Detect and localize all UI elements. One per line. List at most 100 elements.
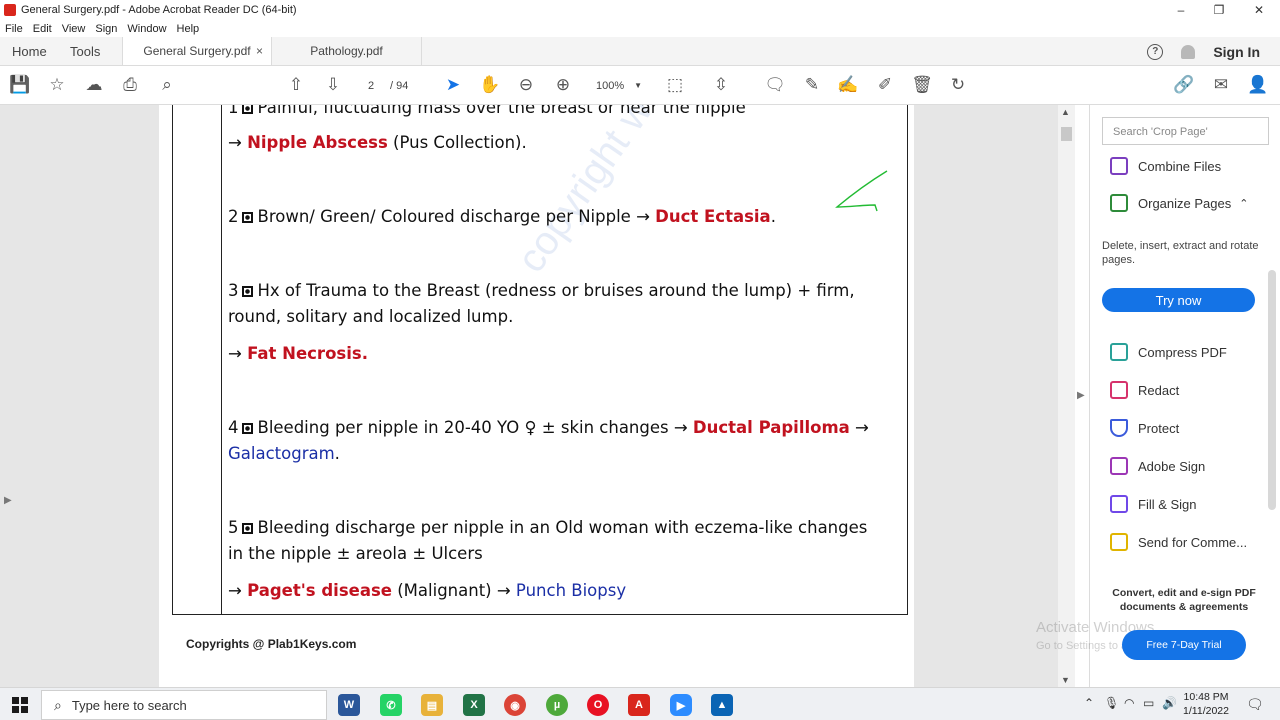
help-icon[interactable]: ? (1147, 43, 1164, 60)
tools-scrollbar-thumb[interactable] (1268, 270, 1276, 510)
notification-bell-icon[interactable] (1181, 44, 1196, 59)
word-icon[interactable]: W (338, 694, 360, 716)
select-pointer-icon[interactable]: ➤ (442, 74, 464, 96)
tab-home[interactable]: Home (0, 37, 58, 65)
windows-start-icon[interactable] (12, 697, 28, 713)
tool-redact[interactable]: Redact (1110, 381, 1179, 399)
redact-icon (1110, 381, 1128, 399)
photos-icon[interactable]: ▲ (711, 694, 733, 716)
rotate-icon[interactable]: ↻ (947, 74, 969, 96)
combine-files-icon (1110, 157, 1128, 175)
chevron-down-icon: ▼ (634, 81, 642, 90)
delete-icon[interactable]: 🗑 (911, 74, 933, 96)
upload-cloud-icon[interactable]: ☁ (83, 74, 105, 96)
tab-label: Pathology.pdf (310, 44, 383, 58)
page-number-input[interactable]: 2 (354, 76, 388, 96)
taskbar-search[interactable]: ⌕ Type here to search (41, 690, 327, 720)
tab-bar-actions: ? Sign In (1147, 37, 1280, 66)
tools-pane-scrollbar[interactable] (1266, 160, 1278, 555)
sign-icon[interactable]: ✍ (837, 74, 859, 96)
page-fit-icon[interactable]: ⬚ (664, 74, 686, 96)
previous-page-icon[interactable]: ⇧ (285, 74, 307, 96)
menu-help[interactable]: Help (172, 23, 205, 35)
utorrent-icon[interactable]: µ (546, 694, 568, 716)
scroll-up-icon[interactable]: ▲ (1061, 107, 1070, 117)
search-icon: ⌕ (54, 696, 62, 713)
bookmark-star-icon[interactable]: ☆ (46, 74, 68, 96)
whatsapp-icon[interactable]: ✆ (380, 694, 402, 716)
item-1: 1 Painful, fluctuating mass over the brea… (228, 105, 746, 117)
tool-adobe-sign[interactable]: Adobe Sign (1110, 457, 1205, 475)
print-icon[interactable]: ⎙ (119, 74, 141, 96)
tool-protect[interactable]: Protect (1110, 419, 1179, 437)
tools-pane: Search 'Crop Page' Combine Files Organiz… (1089, 105, 1280, 687)
tab-pathology[interactable]: Pathology.pdf (272, 37, 422, 65)
wifi-icon[interactable]: ◠ (1124, 696, 1134, 710)
restore-button[interactable]: ❐ (1200, 0, 1238, 20)
item-3: 3 Hx of Trauma to the Breast (redness or … (228, 281, 855, 300)
next-page-icon[interactable]: ⇩ (322, 74, 344, 96)
table-divider (221, 105, 222, 615)
email-icon[interactable]: ✉ (1210, 74, 1232, 96)
scrollbar-thumb[interactable] (1061, 127, 1072, 141)
acrobat-icon (4, 4, 16, 16)
tool-search-input[interactable]: Search 'Crop Page' (1102, 117, 1269, 145)
menu-view[interactable]: View (57, 23, 91, 35)
menu-sign[interactable]: Sign (90, 23, 122, 35)
tab-general-surgery[interactable]: General Surgery.pdf × (122, 37, 272, 65)
tab-tools[interactable]: Tools (58, 37, 122, 65)
try-now-button[interactable]: Try now (1102, 288, 1255, 312)
zoom-app-icon[interactable]: ▶ (670, 694, 692, 716)
hand-tool-icon[interactable]: ✋ (479, 74, 501, 96)
windows-taskbar: ⌕ Type here to search W ✆ ▤ X ◉ µ O A ▶ … (0, 687, 1280, 720)
clock-time: 10:48 PM (1183, 691, 1229, 703)
opera-icon[interactable]: O (587, 694, 609, 716)
scroll-down-icon[interactable]: ▼ (1061, 675, 1070, 685)
menu-window[interactable]: Window (122, 23, 171, 35)
scroll-mode-icon[interactable]: ⇳ (710, 74, 732, 96)
battery-icon[interactable]: ▭ (1143, 696, 1154, 710)
zoom-dropdown[interactable]: 100% ▼ (590, 76, 646, 96)
menu-edit[interactable]: Edit (28, 23, 57, 35)
item-5-line2: in the nipple ± areola ± Ulcers (228, 544, 483, 563)
document-viewer[interactable]: ▶ copyright www.plab1key 1Painful, fluct… (0, 105, 1075, 687)
excel-icon[interactable]: X (463, 694, 485, 716)
add-user-icon[interactable]: 👤 (1247, 74, 1269, 96)
tool-compress-pdf[interactable]: Compress PDF (1110, 343, 1227, 361)
highlight-pen-icon[interactable]: ✎ (801, 74, 823, 96)
collapse-right-pane-icon[interactable]: ▶ (1077, 390, 1085, 401)
document-scrollbar[interactable]: ▲ ▼ (1058, 105, 1075, 687)
edit-tag-icon[interactable]: ✐ (874, 74, 896, 96)
acrobat-taskbar-icon[interactable]: A (628, 694, 650, 716)
system-clock[interactable]: 10:48 PM 1/11/2022 (1180, 690, 1232, 718)
window-title: General Surgery.pdf - Adobe Acrobat Read… (21, 4, 297, 16)
share-link-icon[interactable]: 🔗 (1173, 74, 1195, 96)
compress-pdf-icon (1110, 343, 1128, 361)
find-search-icon[interactable]: ⌕ (156, 74, 178, 96)
close-button[interactable]: ✕ (1240, 0, 1278, 20)
notifications-icon[interactable]: 🗨 (1246, 696, 1264, 713)
copyright-footer: Copyrights @ Plab1Keys.com (186, 637, 357, 651)
file-explorer-icon[interactable]: ▤ (421, 694, 443, 716)
menu-file[interactable]: File (0, 23, 28, 35)
zoom-in-icon[interactable]: ⊕ (552, 74, 574, 96)
free-trial-button[interactable]: Free 7-Day Trial (1122, 630, 1246, 660)
item-1-answer: → Nipple Abscess (Pus Collection). (228, 133, 527, 152)
comment-icon[interactable]: 🗨 (764, 74, 786, 96)
tray-chevron-up-icon[interactable]: ⌃ (1084, 696, 1094, 710)
left-pane-toggle-icon[interactable]: ▶ (4, 495, 12, 506)
tool-fill-sign[interactable]: Fill & Sign (1110, 495, 1197, 513)
save-icon[interactable]: 💾 (9, 74, 31, 96)
tool-send-for-comment[interactable]: Send for Comme... (1110, 533, 1247, 551)
close-tab-icon[interactable]: × (256, 44, 263, 58)
volume-icon[interactable]: 🔊 (1162, 696, 1177, 710)
tool-combine-files[interactable]: Combine Files (1110, 157, 1221, 175)
chrome-icon[interactable]: ◉ (504, 694, 526, 716)
adobe-sign-icon (1110, 457, 1128, 475)
microphone-icon[interactable]: 🎙 (1104, 696, 1119, 710)
sign-in-button[interactable]: Sign In (1213, 44, 1260, 60)
tool-organize-pages[interactable]: Organize Pages ⌃ (1110, 194, 1248, 212)
chevron-up-icon[interactable]: ⌃ (1239, 197, 1248, 210)
zoom-out-icon[interactable]: ⊖ (515, 74, 537, 96)
minimize-button[interactable]: – (1162, 0, 1200, 20)
